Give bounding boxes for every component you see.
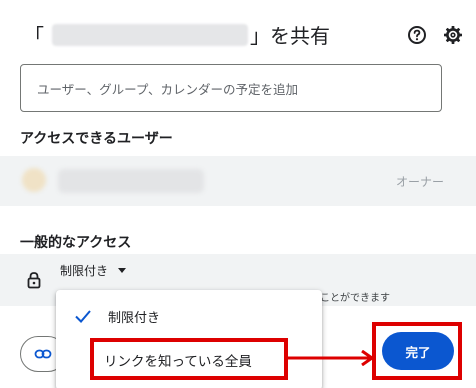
gear-icon [444, 26, 462, 44]
add-people-placeholder: ユーザー、グループ、カレンダーの予定を追加 [37, 81, 299, 97]
general-access-title: 一般的なアクセス [20, 235, 132, 251]
title-close-bracket: 」 [250, 24, 270, 48]
blurred-owner-name [58, 169, 204, 193]
help-button[interactable] [406, 24, 428, 46]
arrow-annotation-icon [288, 350, 375, 366]
general-access-dropdown[interactable]: 制限付き [60, 262, 127, 279]
title-open-bracket: 「 [24, 24, 44, 48]
highlight-box-anyone-with-link [90, 338, 288, 380]
checkmark-icon [75, 310, 91, 323]
menu-item-restricted[interactable]: 制限付き [56, 296, 322, 336]
help-circle-icon [408, 26, 426, 44]
owner-role-label: オーナー [395, 175, 444, 189]
general-access-description: ことができます [320, 293, 390, 304]
general-access-selected: 制限付き [60, 264, 109, 278]
users-section-title: アクセスできるユーザー [20, 131, 173, 147]
settings-button[interactable] [442, 24, 464, 46]
blurred-file-name [52, 24, 248, 46]
dialog-title-suffix: を共有 [270, 24, 330, 48]
owner-row[interactable]: オーナー [0, 156, 476, 206]
caret-down-icon [118, 267, 127, 273]
lock-icon [24, 270, 44, 290]
add-people-input[interactable]: ユーザー、グループ、カレンダーの予定を追加 [20, 64, 442, 112]
link-icon [34, 349, 52, 359]
dialog-header: 「 」 を共有 [24, 18, 464, 50]
menu-item-label: 制限付き [108, 311, 161, 326]
done-button[interactable]: 完了 [382, 332, 454, 370]
avatar [22, 168, 46, 192]
